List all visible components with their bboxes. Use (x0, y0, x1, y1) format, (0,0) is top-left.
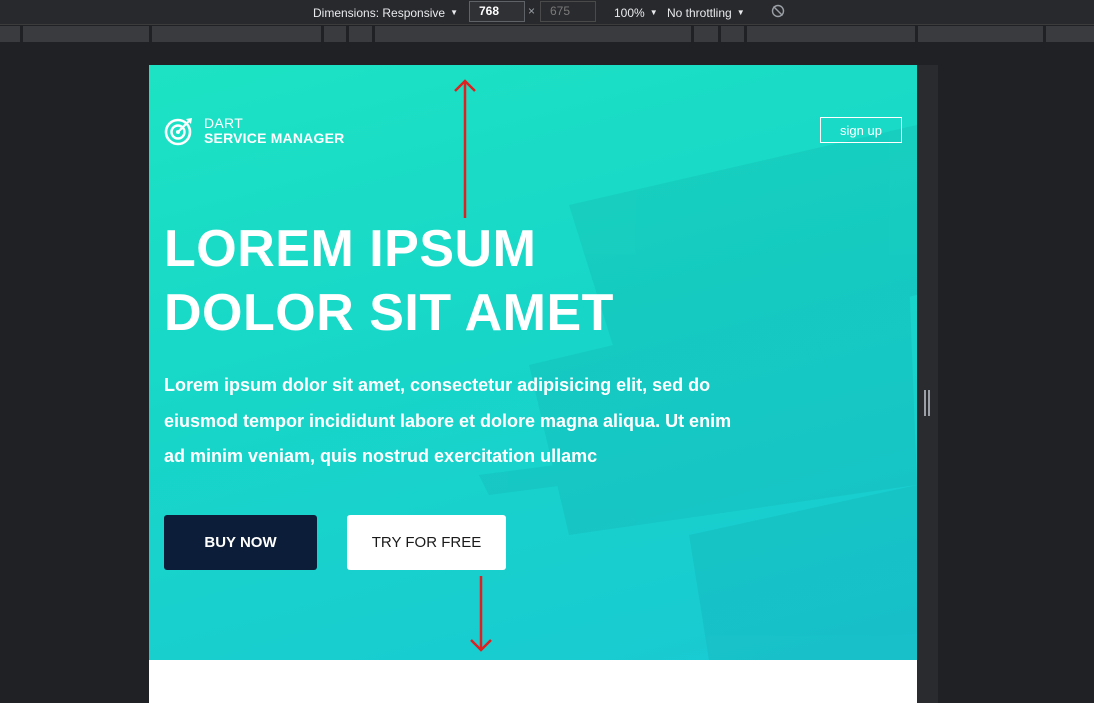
headline-line: LOREM IPSUM (164, 220, 537, 278)
logo-subtitle: SERVICE MANAGER (204, 130, 345, 146)
ruler-segment[interactable] (694, 26, 718, 42)
ruler-segment[interactable] (324, 26, 346, 42)
hero-lead-text: Lorem ipsum dolor sit amet, consectetur … (164, 368, 764, 475)
lead-line: eiusmod tempor incididunt labore et dolo… (164, 410, 732, 431)
throttling-dropdown[interactable]: No throttling ▼ (667, 0, 745, 25)
times-separator: × (528, 4, 536, 18)
lead-line: Lorem ipsum dolor sit amet, consectetur … (164, 375, 711, 395)
width-input[interactable]: 768 (469, 1, 525, 22)
dimensions-label: Dimensions: Responsive (313, 5, 446, 20)
headline-line: DOLOR SIT AMET (164, 284, 614, 342)
page-viewport: DART SERVICE MANAGER sign up LOREM IPSUM… (149, 65, 917, 703)
rotate-icon[interactable] (771, 4, 785, 18)
ruler-segment[interactable] (152, 26, 321, 42)
throttling-label: No throttling (667, 5, 732, 20)
viewport-side-strip (917, 65, 938, 703)
up-arrow-annotation (454, 79, 476, 218)
ruler-segment[interactable] (918, 26, 1043, 42)
logo-title: DART (204, 115, 244, 131)
hero-headline: LOREM IPSUM DOLOR SIT AMET (164, 217, 764, 345)
device-toolbar: Dimensions: Responsive ▼ 768 × 675 100% … (0, 0, 1094, 25)
dart-target-icon (164, 118, 192, 146)
chevron-down-icon: ▼ (450, 8, 458, 17)
ruler-segment[interactable] (1046, 26, 1094, 42)
media-query-ruler (0, 26, 1094, 42)
lead-line: ad minim veniam, quis nostrud exercitati… (164, 446, 598, 466)
ruler-segment[interactable] (721, 26, 744, 42)
buy-now-button[interactable]: BUY NOW (164, 515, 317, 570)
chevron-down-icon: ▼ (736, 8, 745, 17)
down-arrow-annotation (470, 576, 492, 652)
try-for-free-button[interactable]: TRY FOR FREE (347, 515, 506, 570)
ruler-segment[interactable] (23, 26, 149, 42)
hero-background-image (479, 125, 917, 660)
ruler-segment[interactable] (349, 26, 372, 42)
dimensions-dropdown[interactable]: Dimensions: Responsive ▼ (313, 0, 458, 25)
brand-logo[interactable]: DART SERVICE MANAGER (164, 116, 344, 146)
zoom-dropdown[interactable]: 100% ▼ (614, 0, 658, 25)
hero-section: DART SERVICE MANAGER sign up LOREM IPSUM… (149, 65, 917, 660)
signup-button[interactable]: sign up (820, 117, 902, 143)
resize-handle[interactable] (924, 390, 930, 416)
ruler-segment[interactable] (375, 26, 691, 42)
ruler-segment[interactable] (747, 26, 915, 42)
height-input[interactable]: 675 (540, 1, 596, 22)
zoom-label: 100% (614, 5, 645, 20)
ruler-segment[interactable] (0, 26, 20, 42)
chevron-down-icon: ▼ (649, 8, 658, 17)
